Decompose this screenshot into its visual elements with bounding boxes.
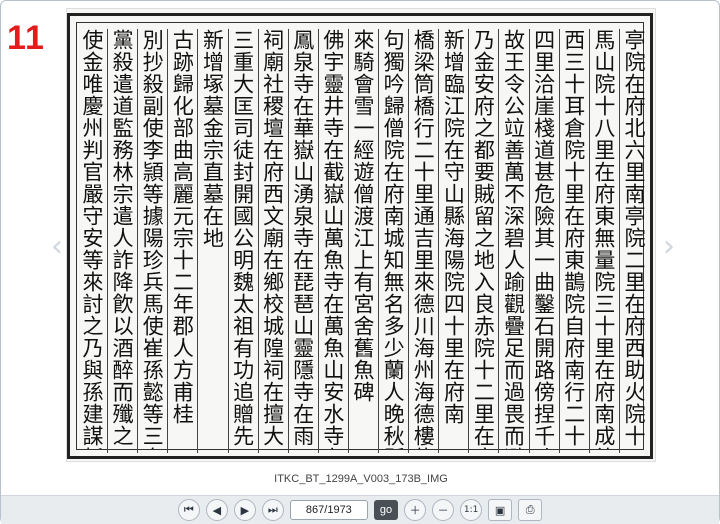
- text-column: 新增臨江院在守山縣海陽院四十里在府南: [442, 29, 465, 425]
- text-column: 句獨吟歸僧院在府南城知無名多少蘭人晚秋縣參緣寺詩: [382, 29, 405, 449]
- column-rule: [137, 29, 139, 453]
- column-rule: [287, 29, 289, 453]
- column-rule: [468, 29, 470, 453]
- column-rule: [107, 29, 109, 453]
- text-column: 別抄殺副使李頴等據陽珍兵馬使崔孫懿等三島一年: [141, 29, 164, 449]
- text-column: 佛宇靈井寺在截嶽山萬魚寺在萬魚山安水寺在鶴: [321, 29, 344, 449]
- text-column: 橋梁筒橋行二十里通吉里來德川海州海德樓龍驚: [412, 29, 435, 449]
- text-column: 亭院在府北六里南亭院二里在府西助火院十三里在府南: [622, 29, 645, 449]
- text-column: 新增塚墓金宗直墓在地: [201, 29, 224, 249]
- text-column: 四里洽崖棧道甚危險其一曲鑿石開路傍捏千丈之淵: [532, 29, 555, 449]
- column-rule: [378, 29, 380, 453]
- next-page-arrow[interactable]: ›: [663, 229, 675, 264]
- fit-image-icon[interactable]: ▣: [488, 499, 513, 521]
- column-rule: [347, 29, 349, 453]
- text-column: 西三十耳倉院十里在府東鵲院自府南行二十五六里在府: [562, 29, 585, 449]
- actual-size-button[interactable]: 1:1: [460, 499, 483, 521]
- text-column: 黨殺遣道監務林宗遣人詐降飮以酒醉而殲之: [111, 29, 134, 447]
- column-rule: [227, 29, 229, 453]
- viewer-window: 11 ‹ › 亭院在府北六里南亭院二里在府西助火院十三里在府南 馬山院十八里在府東…: [0, 0, 720, 524]
- text-column: 鳳泉寺在華嶽山湧泉寺在琵琶山靈隱寺在雨: [291, 29, 314, 447]
- column-rule: [167, 29, 169, 453]
- column-rule: [588, 29, 590, 453]
- zoom-out-icon[interactable]: －: [432, 499, 455, 521]
- text-column: 來騎會雪一經遊僧渡江上有宮舍舊魚碑: [352, 29, 374, 403]
- column-rule: [257, 29, 259, 453]
- column-rule: [317, 29, 319, 453]
- column-rule: [498, 29, 500, 453]
- text-column: 使金唯慶州判官嚴守安等來討之乃與孫建謀斬: [81, 29, 104, 449]
- image-caption: ITKC_BT_1299A_V003_173B_IMG: [274, 473, 448, 485]
- text-columns: 亭院在府北六里南亭院二里在府西助火院十三里在府南 馬山院十八里在府東無量院三十里在…: [76, 22, 645, 453]
- text-column: 祠廟社稷壇在府西文廟在鄉校城隍祠在擅大: [261, 29, 284, 447]
- print-icon[interactable]: ⎙: [518, 499, 543, 521]
- column-rule: [197, 29, 199, 453]
- next-icon[interactable]: ▶: [233, 499, 256, 521]
- zoom-in-icon[interactable]: ＋: [404, 499, 427, 521]
- column-rule: [528, 29, 530, 453]
- column-rule: [618, 29, 620, 453]
- page-border: 亭院在府北六里南亭院二里在府西助火院十三里在府南 馬山院十八里在府東無量院三十里在…: [67, 13, 653, 459]
- go-button[interactable]: go: [373, 500, 399, 520]
- column-rule: [438, 29, 440, 453]
- text-column: 古跡歸化部曲高麗元宗十二年郡人方甫桂: [171, 29, 194, 425]
- skip-last-icon[interactable]: ⏭: [261, 499, 284, 521]
- column-rule: [558, 29, 560, 453]
- viewer-toolbar: ⏮ ◀ ▶ ⏭ 867/1973 go ＋ － 1:1 ▣ ⎙: [1, 495, 719, 524]
- text-column: 馬山院十八里在府東無量院三十里在府南成德院在府: [592, 29, 615, 449]
- prev-icon[interactable]: ◀: [205, 499, 228, 521]
- text-column: 三重大匡司徒封開國公明魏太祖有功追贈先尹柯在帝: [231, 29, 254, 449]
- prev-page-arrow[interactable]: ‹: [51, 229, 63, 264]
- page-badge: 11: [7, 19, 45, 57]
- skip-first-icon[interactable]: ⏮: [177, 499, 200, 521]
- scanned-page-image: 亭院在府北六里南亭院二里在府西助火院十三里在府南 馬山院十八里在府東無量院三十里在…: [67, 9, 655, 461]
- page-number-input[interactable]: 867/1973: [289, 500, 368, 520]
- column-rule: [408, 29, 410, 453]
- text-column: 乃金安府之都要賊留之地入良赤院十二里在府南三里: [472, 29, 495, 449]
- text-column: 故王令公竝善萬不深碧人踰觀疊足而過畏而避之: [502, 29, 525, 449]
